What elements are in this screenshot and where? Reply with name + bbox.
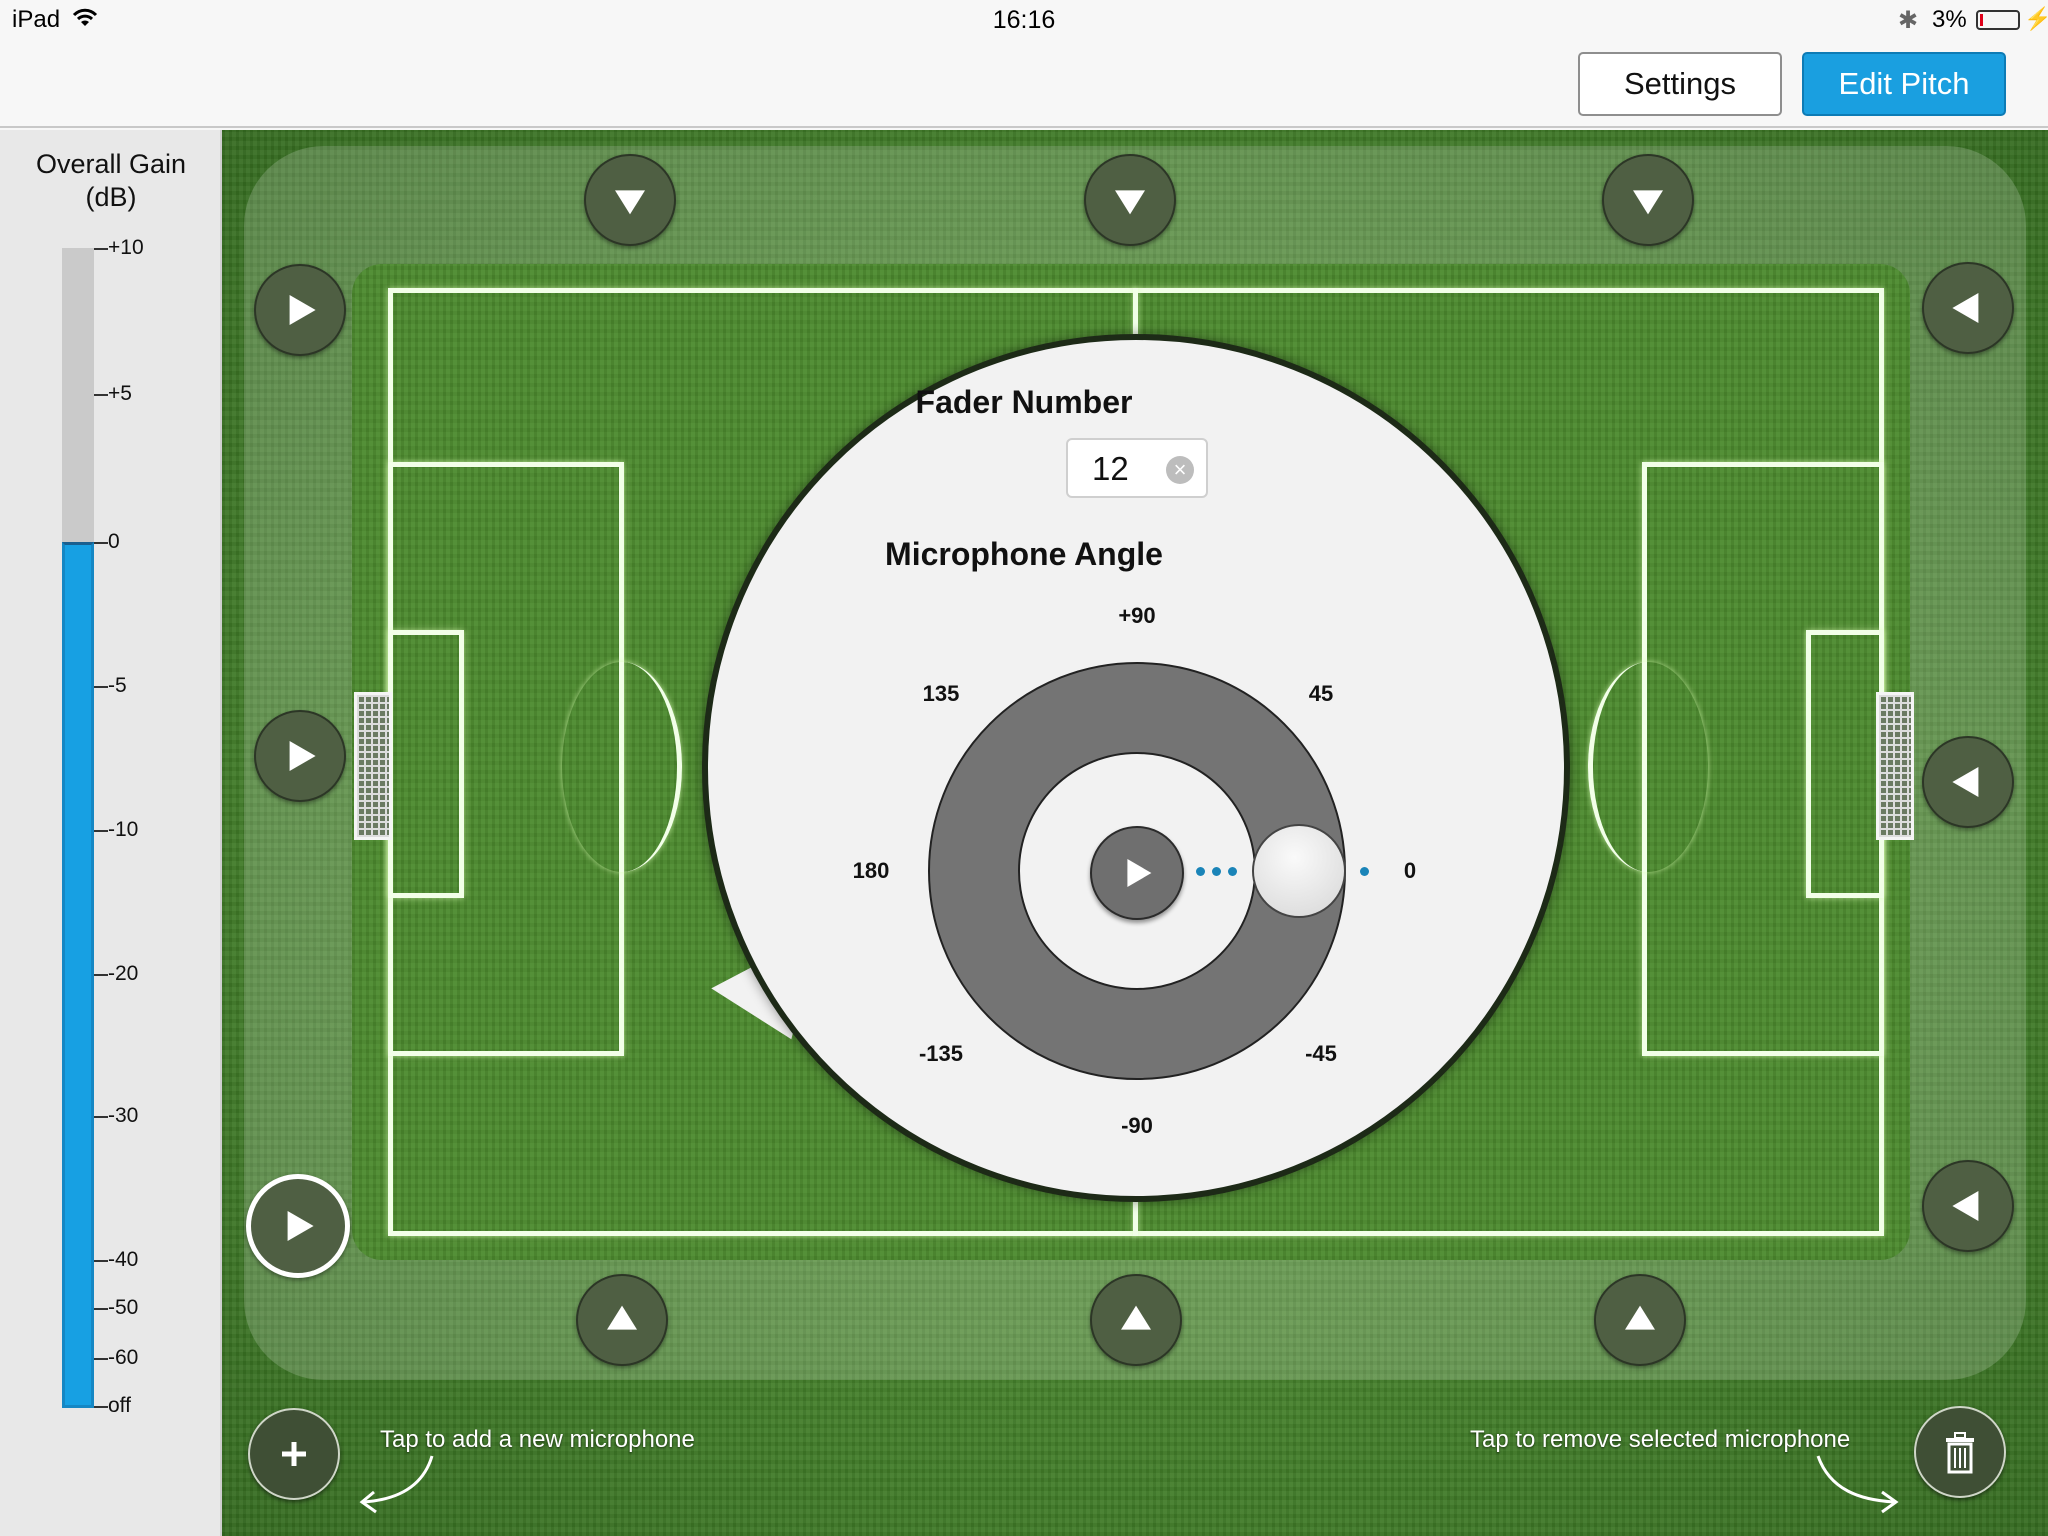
- edit-pitch-button[interactable]: Edit Pitch: [1802, 52, 2006, 116]
- goal-box-right: [1806, 630, 1884, 898]
- arrow-up-icon: [1625, 1305, 1655, 1330]
- gain-tick-label: -30: [108, 1104, 139, 1127]
- gain-tick-label: -50: [108, 1296, 139, 1319]
- mic-right-middle[interactable]: [1922, 736, 2014, 828]
- gain-tick-label: -10: [108, 818, 139, 841]
- angle-dial-knob[interactable]: [1252, 824, 1346, 918]
- microphone-angle-title: Microphone Angle: [885, 536, 1163, 572]
- mic-top-center[interactable]: [1084, 154, 1176, 246]
- gain-tick: [94, 248, 108, 250]
- mic-top-left[interactable]: [584, 154, 676, 246]
- clock: 16:16: [992, 6, 1056, 34]
- mic-left-top[interactable]: [254, 264, 346, 356]
- battery-percent: 3%: [1932, 6, 1967, 33]
- remove-hint-text: Tap to remove selected microphone: [1470, 1426, 1851, 1453]
- bluetooth-icon: ✱: [1898, 7, 1919, 34]
- gain-tick-label: -5: [108, 674, 127, 697]
- mic-bottom-right[interactable]: [1594, 1274, 1686, 1366]
- gain-tick: [94, 1308, 108, 1310]
- gain-tick-label: -40: [108, 1248, 139, 1271]
- add-hint-text: Tap to add a new microphone: [380, 1426, 695, 1453]
- angle-label-0: 0: [1403, 858, 1417, 883]
- gain-tick: [94, 1406, 108, 1408]
- angle-label-135: 135: [922, 681, 960, 706]
- fader-number-title: Fader Number: [915, 384, 1133, 420]
- toolbar: Settings Edit Pitch: [0, 40, 2048, 128]
- arrow-right-icon: [289, 295, 316, 325]
- gain-tick: [94, 1116, 108, 1118]
- gain-title-line1: Overall Gain: [35, 149, 187, 179]
- arrow-left-icon: [1952, 767, 1979, 797]
- gain-title-line2: (dB): [85, 182, 137, 212]
- plus-icon: [282, 1442, 306, 1466]
- gain-tick-label: -20: [108, 962, 139, 985]
- gain-tick: [94, 1260, 108, 1262]
- battery-icon: [1976, 10, 2020, 30]
- gain-tick: [94, 830, 108, 832]
- mic-bottom-center[interactable]: [1090, 1274, 1182, 1366]
- charging-icon: ⚡: [2024, 6, 2048, 31]
- clear-icon[interactable]: ×: [1166, 456, 1194, 484]
- microphone-direction-icon: [1090, 826, 1184, 920]
- mic-right-bottom[interactable]: [1922, 1160, 2014, 1252]
- gain-tick-label: off: [108, 1394, 131, 1417]
- goal-box-left: [388, 630, 464, 898]
- arrow-left-icon: [1952, 1191, 1979, 1221]
- add-hint-arrow-icon: [359, 1455, 434, 1514]
- status-bar: iPad 16:16 ✱ 3% ⚡: [0, 0, 2048, 40]
- mic-top-right[interactable]: [1602, 154, 1694, 246]
- mic-left-middle[interactable]: [254, 710, 346, 802]
- angle-label-180: 180: [852, 858, 890, 883]
- angle-indicator-dot: [1228, 867, 1237, 876]
- gain-tick-label: -60: [108, 1346, 139, 1369]
- angle-label-minus-90: -90: [1121, 1113, 1153, 1138]
- arrow-down-icon: [615, 190, 645, 215]
- goal-right: [1876, 692, 1914, 840]
- angle-label-minus-45: -45: [1305, 1041, 1337, 1066]
- angle-indicator-dot: [1196, 867, 1205, 876]
- fader-number-input[interactable]: 12 ×: [1066, 438, 1208, 498]
- angle-label-plus-90: +90: [1118, 603, 1156, 628]
- arrow-right-icon: [289, 741, 316, 771]
- arrow-right-icon: [287, 1211, 314, 1241]
- gain-tick: [94, 1358, 108, 1360]
- arrow-up-icon: [1121, 1305, 1151, 1330]
- mic-bottom-left[interactable]: [576, 1274, 668, 1366]
- mic-right-top[interactable]: [1922, 262, 2014, 354]
- angle-indicator-dot: [1360, 867, 1369, 876]
- fader-number-value: 12: [1092, 450, 1129, 487]
- gain-slider-fill[interactable]: [62, 542, 94, 1408]
- angle-indicator-dot: [1212, 867, 1221, 876]
- arrow-down-icon: [1633, 190, 1663, 215]
- gain-panel: Overall Gain (dB) +10 +5 0 -5 -10 -20 -30 -40 -5…: [0, 130, 222, 1536]
- arrow-up-icon: [607, 1305, 637, 1330]
- remove-microphone-button[interactable]: [1914, 1406, 2006, 1498]
- penalty-arc-right: [1588, 662, 1708, 872]
- remove-hint-arrow-icon: [1816, 1455, 1899, 1514]
- angle-label-minus-135: -135: [918, 1041, 964, 1066]
- gain-tick: [94, 974, 108, 976]
- gain-title: Overall Gain (dB): [0, 148, 222, 214]
- gain-tick: [94, 686, 108, 688]
- mic-left-bottom-selected[interactable]: [246, 1174, 350, 1278]
- arrow-left-icon: [1952, 293, 1979, 323]
- trash-icon: [1946, 1432, 1974, 1474]
- angle-label-45: 45: [1308, 681, 1334, 706]
- gain-tick-label: +10: [108, 236, 144, 259]
- settings-button[interactable]: Settings: [1578, 52, 1782, 116]
- arrow-down-icon: [1115, 190, 1145, 215]
- goal-left: [354, 692, 392, 840]
- penalty-arc-left: [562, 662, 682, 872]
- add-microphone-button[interactable]: [248, 1408, 340, 1500]
